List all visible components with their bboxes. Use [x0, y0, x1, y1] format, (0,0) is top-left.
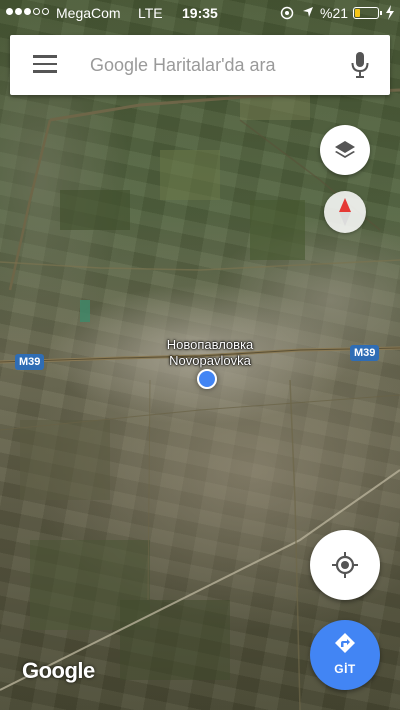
compass-icon — [339, 198, 351, 226]
signal-strength-icon — [6, 8, 49, 15]
satellite-map[interactable]: M39 M39 Новопавловка Novopavlovka Google — [0, 0, 400, 710]
signal-dot — [24, 8, 31, 15]
layers-button[interactable] — [320, 125, 370, 175]
battery-fill — [355, 9, 361, 17]
battery-icon — [353, 7, 382, 19]
search-bar[interactable]: Google Haritalar'da ara — [10, 35, 390, 95]
layers-icon — [335, 141, 355, 158]
network-type: LTE — [138, 5, 163, 21]
google-attribution-logo: Google — [22, 658, 95, 683]
my-location-icon — [332, 552, 358, 578]
search-input[interactable]: Google Haritalar'da ara — [90, 35, 340, 95]
compass-button[interactable] — [324, 191, 366, 233]
road-shield-m39-east: M39 — [350, 345, 380, 361]
current-location-dot — [197, 369, 217, 389]
status-time: 19:35 — [182, 5, 218, 21]
road-shield-m39-west: M39 — [15, 354, 45, 370]
menu-line — [33, 62, 57, 65]
city-label-cyrillic[interactable]: Новопавловка — [140, 337, 280, 353]
directions-arrow-icon — [335, 633, 355, 653]
navigation-arrow-icon — [303, 7, 313, 17]
battery-percent: %21 — [320, 5, 349, 21]
menu-line — [33, 55, 57, 58]
carrier-name: MegaCom — [56, 5, 121, 21]
directions-label: GİT — [334, 662, 356, 676]
location-status-icon — [280, 6, 294, 20]
city-label-latin[interactable]: Novopavlovka — [140, 353, 280, 369]
hamburger-menu-icon[interactable] — [33, 55, 57, 75]
signal-dot — [33, 8, 40, 15]
microphone-icon[interactable] — [350, 51, 370, 79]
signal-dot — [42, 8, 49, 15]
menu-line — [33, 70, 57, 73]
battery-nub — [380, 11, 382, 15]
charging-icon — [386, 5, 394, 20]
signal-dot — [15, 8, 22, 15]
directions-button[interactable]: GİT — [310, 620, 380, 690]
my-location-button[interactable] — [310, 530, 380, 600]
status-bar: MegaCom LTE 19:35 %21 — [0, 0, 400, 26]
signal-dot — [6, 8, 13, 15]
